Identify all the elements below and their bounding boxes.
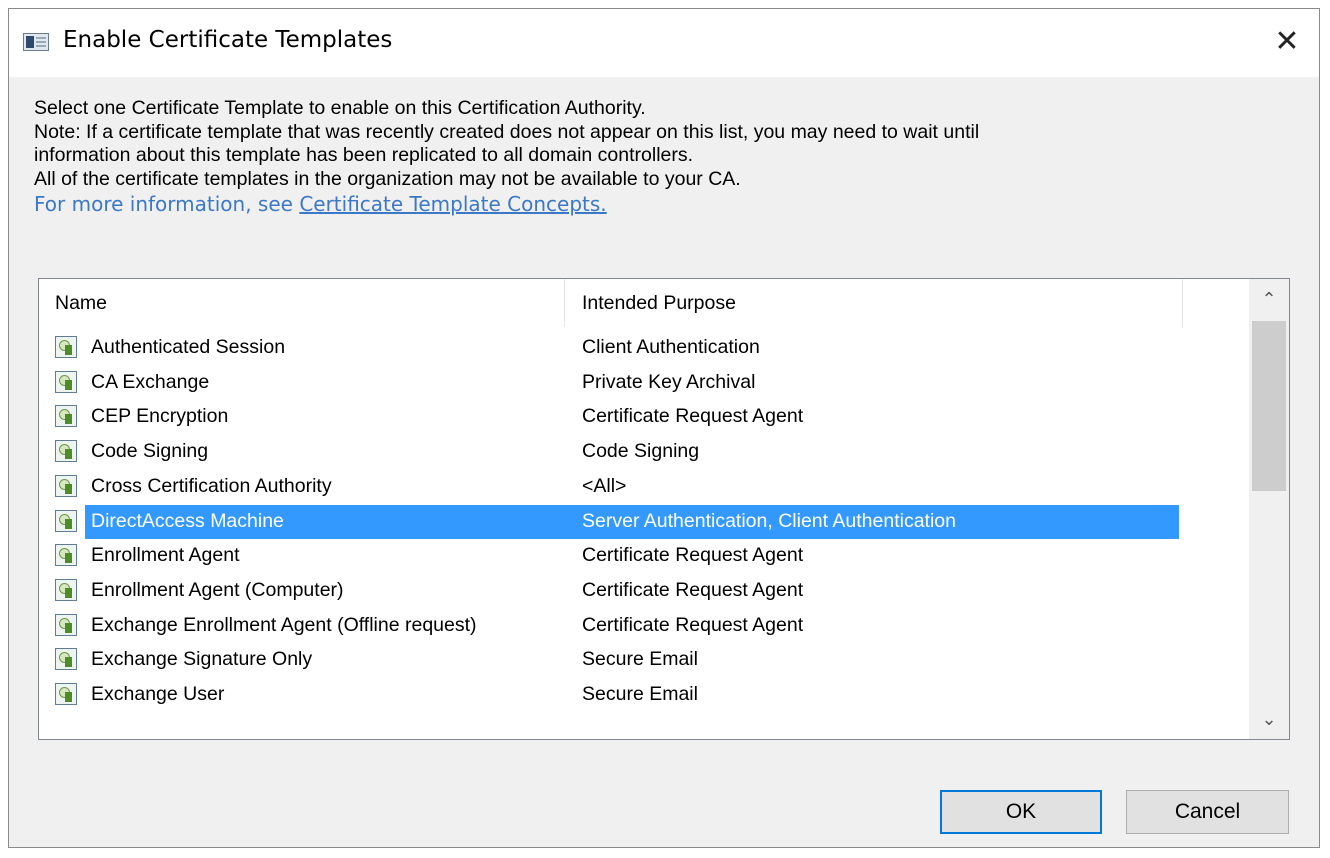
certificate-template-icon <box>55 614 77 636</box>
template-name-cell: Cross Certification Authority <box>91 475 332 497</box>
title-bar[interactable]: Enable Certificate Templates ✕ <box>9 9 1319 77</box>
close-icon[interactable]: ✕ <box>1265 19 1309 63</box>
intended-purpose-cell: Server Authentication, Client Authentica… <box>582 510 956 532</box>
certificate-template-icon <box>55 336 77 358</box>
intended-purpose-cell: Code Signing <box>582 440 700 462</box>
template-name-cell: Exchange User <box>91 683 225 705</box>
table-row[interactable]: Code Signing Code Signing <box>39 435 1239 469</box>
template-name-cell: CEP Encryption <box>91 405 229 427</box>
table-row[interactable]: CA Exchange Private Key Archival <box>39 366 1239 400</box>
description-line: Note: If a certificate template that was… <box>34 120 980 143</box>
table-row[interactable]: Exchange Signature Only Secure Email <box>39 643 1239 677</box>
window-title: Enable Certificate Templates <box>63 27 393 53</box>
more-info-text: For more information, see Certificate Te… <box>34 192 1294 217</box>
intended-purpose-cell: Client Authentication <box>582 336 760 358</box>
certificate-template-icon <box>55 510 77 532</box>
template-name-cell: DirectAccess Machine <box>91 510 284 532</box>
template-name-cell: Exchange Enrollment Agent (Offline reque… <box>91 614 477 636</box>
vertical-scrollbar[interactable]: ⌃ ⌄ <box>1249 279 1289 739</box>
certificate-templates-list[interactable]: Name Intended Purpose Authenticated Sess… <box>38 278 1290 740</box>
column-header-name[interactable]: Name <box>39 279 565 327</box>
certificate-template-icon <box>55 475 77 497</box>
intended-purpose-cell: Secure Email <box>582 648 698 670</box>
intended-purpose-cell: Secure Email <box>582 683 698 705</box>
certificate-template-icon <box>55 544 77 566</box>
template-name-cell: Enrollment Agent <box>91 544 240 566</box>
template-name-cell: Exchange Signature Only <box>91 648 313 670</box>
certificate-template-icon <box>55 648 77 670</box>
enable-certificate-templates-dialog: Enable Certificate Templates ✕ Select on… <box>8 8 1320 848</box>
intended-purpose-cell: Certificate Request Agent <box>582 579 804 601</box>
certificate-template-icon <box>55 579 77 601</box>
list-header: Name Intended Purpose <box>39 279 1237 327</box>
template-name-cell: Code Signing <box>91 440 209 462</box>
certificate-template-icon <box>55 683 77 705</box>
table-row[interactable]: Cross Certification Authority <All> <box>39 470 1239 504</box>
certificate-template-concepts-link[interactable]: Certificate Template Concepts. <box>299 192 606 216</box>
table-row[interactable]: Enrollment Agent (Computer) Certificate R… <box>39 574 1239 608</box>
ok-button[interactable]: OK <box>940 790 1102 834</box>
certificate-template-icon <box>55 405 77 427</box>
description-line: information about this template has been… <box>34 144 694 166</box>
description-line: All of the certificate templates in the … <box>34 167 741 190</box>
table-row[interactable]: Authenticated Session Client Authenticati… <box>39 331 1239 365</box>
scroll-thumb[interactable] <box>1252 321 1286 491</box>
app-window-icon <box>23 33 49 51</box>
cancel-button[interactable]: Cancel <box>1126 790 1289 834</box>
template-name-cell: CA Exchange <box>91 371 210 393</box>
table-row[interactable]: DirectAccess Machine Server Authenticatio… <box>39 505 1239 539</box>
intended-purpose-cell: Certificate Request Agent <box>582 405 804 427</box>
template-name-cell: Enrollment Agent (Computer) <box>91 579 344 601</box>
intended-purpose-cell: Private Key Archival <box>582 371 756 393</box>
scroll-up-icon[interactable]: ⌃ <box>1249 279 1289 319</box>
table-row[interactable]: Exchange User Secure Email <box>39 678 1239 712</box>
table-row[interactable]: CEP Encryption Certificate Request Agent <box>39 400 1239 434</box>
intended-purpose-cell: Certificate Request Agent <box>582 614 804 636</box>
column-header-intended-purpose[interactable]: Intended Purpose <box>565 279 1183 327</box>
certificate-template-icon <box>55 440 77 462</box>
intended-purpose-cell: <All> <box>582 475 627 497</box>
intended-purpose-cell: Certificate Request Agent <box>582 544 804 566</box>
table-row[interactable]: Exchange Enrollment Agent (Offline reque… <box>39 609 1239 643</box>
certificate-template-icon <box>55 371 77 393</box>
scroll-down-icon[interactable]: ⌄ <box>1249 699 1289 739</box>
table-row[interactable]: Enrollment Agent Certificate Request Agen… <box>39 539 1239 573</box>
more-info-prefix: For more information, see <box>34 192 300 216</box>
description-text: Select one Certificate Template to enabl… <box>34 97 1294 217</box>
template-name-cell: Authenticated Session <box>91 336 286 358</box>
description-line: Select one Certificate Template to enabl… <box>34 97 646 119</box>
